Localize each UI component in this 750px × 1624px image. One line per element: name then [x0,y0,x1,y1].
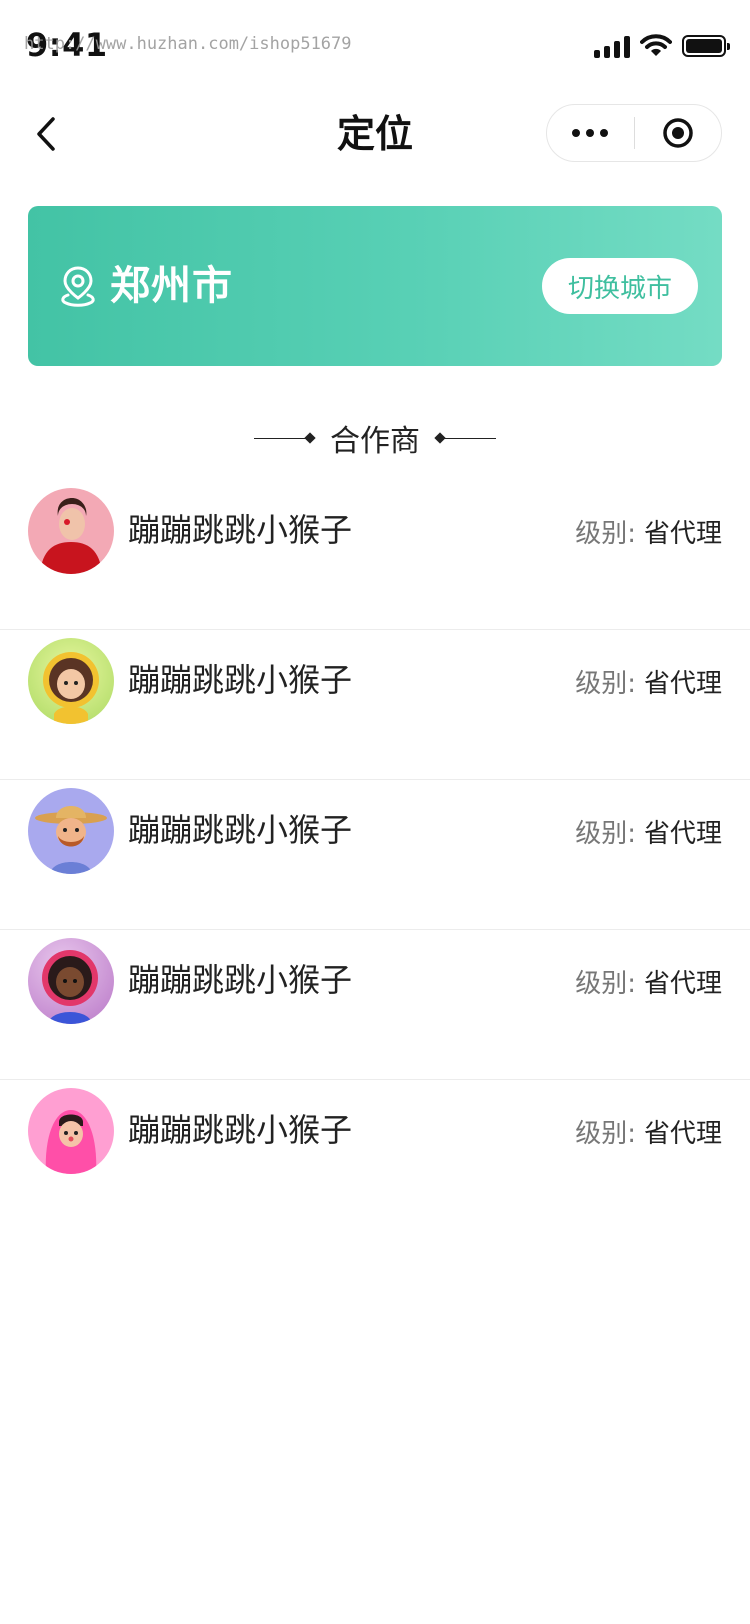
close-program-button[interactable] [635,105,722,161]
partner-level: 级别: 省代理 [575,1114,722,1154]
level-label: 级别: [575,669,636,699]
level-value: 省代理 [643,969,722,999]
list-item[interactable]: 蹦蹦跳跳小猴子 级别: 省代理 [0,630,750,780]
partner-level: 级别: 省代理 [575,814,722,854]
avatar [28,1088,114,1174]
level-value: 省代理 [643,1119,722,1149]
astronaut-helmet-avatar-icon [28,938,114,1024]
level-label: 级别: [575,1119,636,1149]
wifi-icon [640,34,672,56]
section-header: 合作商 [0,416,750,460]
city-banner: 郑州市 切换城市 [28,206,722,366]
nav-bar: 定位 [0,96,750,172]
avatar [28,488,114,574]
astronaut-girl-avatar-icon [28,638,114,724]
cellular-signal-icon [594,34,630,58]
watermark-text: http://www.huzhan.com/ishop51679 [24,34,352,54]
level-value: 省代理 [643,819,722,849]
woman-red-dress-avatar-icon [28,488,114,574]
list-item[interactable]: 蹦蹦跳跳小猴子 级别: 省代理 [0,1080,750,1230]
switch-city-button[interactable]: 切换城市 [542,258,698,314]
target-circle-icon [663,118,693,148]
more-dots-icon [600,129,609,137]
level-value: 省代理 [643,519,722,549]
partner-list: 蹦蹦跳跳小猴子 级别: 省代理 蹦蹦跳跳小猴子 级别: 省代理 蹦蹦跳跳小猴子 … [0,480,750,1230]
current-city: 郑州市 [110,263,233,309]
status-icons [594,34,730,58]
divider-decoration-left [254,432,316,444]
partner-name: 蹦蹦跳跳小猴子 [128,1111,353,1149]
level-value: 省代理 [643,669,722,699]
partner-name: 蹦蹦跳跳小猴子 [128,511,353,549]
list-item[interactable]: 蹦蹦跳跳小猴子 级别: 省代理 [0,480,750,630]
section-title: 合作商 [330,424,420,459]
level-label: 级别: [575,969,636,999]
divider-decoration-right [434,432,496,444]
list-item[interactable]: 蹦蹦跳跳小猴子 级别: 省代理 [0,930,750,1080]
more-dots-icon [572,129,581,137]
list-item[interactable]: 蹦蹦跳跳小猴子 级别: 省代理 [0,780,750,930]
avatar [28,638,114,724]
partner-name: 蹦蹦跳跳小猴子 [128,811,353,849]
battery-icon [682,35,730,57]
partner-level: 级别: 省代理 [575,964,722,1004]
farmer-hat-avatar-icon [28,788,114,874]
avatar [28,788,114,874]
partner-level: 级别: 省代理 [575,514,722,554]
mini-program-capsule [546,104,722,162]
status-bar: 9:41 http://www.huzhan.com/ishop51679 [0,0,750,90]
level-label: 级别: [575,819,636,849]
more-options-button[interactable] [547,105,634,161]
partner-name: 蹦蹦跳跳小猴子 [128,961,353,999]
pink-hood-avatar-icon [28,1088,114,1174]
level-label: 级别: [575,519,636,549]
avatar [28,938,114,1024]
more-dots-icon [586,129,595,137]
partner-name: 蹦蹦跳跳小猴子 [128,661,353,699]
location-pin-icon [61,266,95,307]
partner-level: 级别: 省代理 [575,664,722,704]
